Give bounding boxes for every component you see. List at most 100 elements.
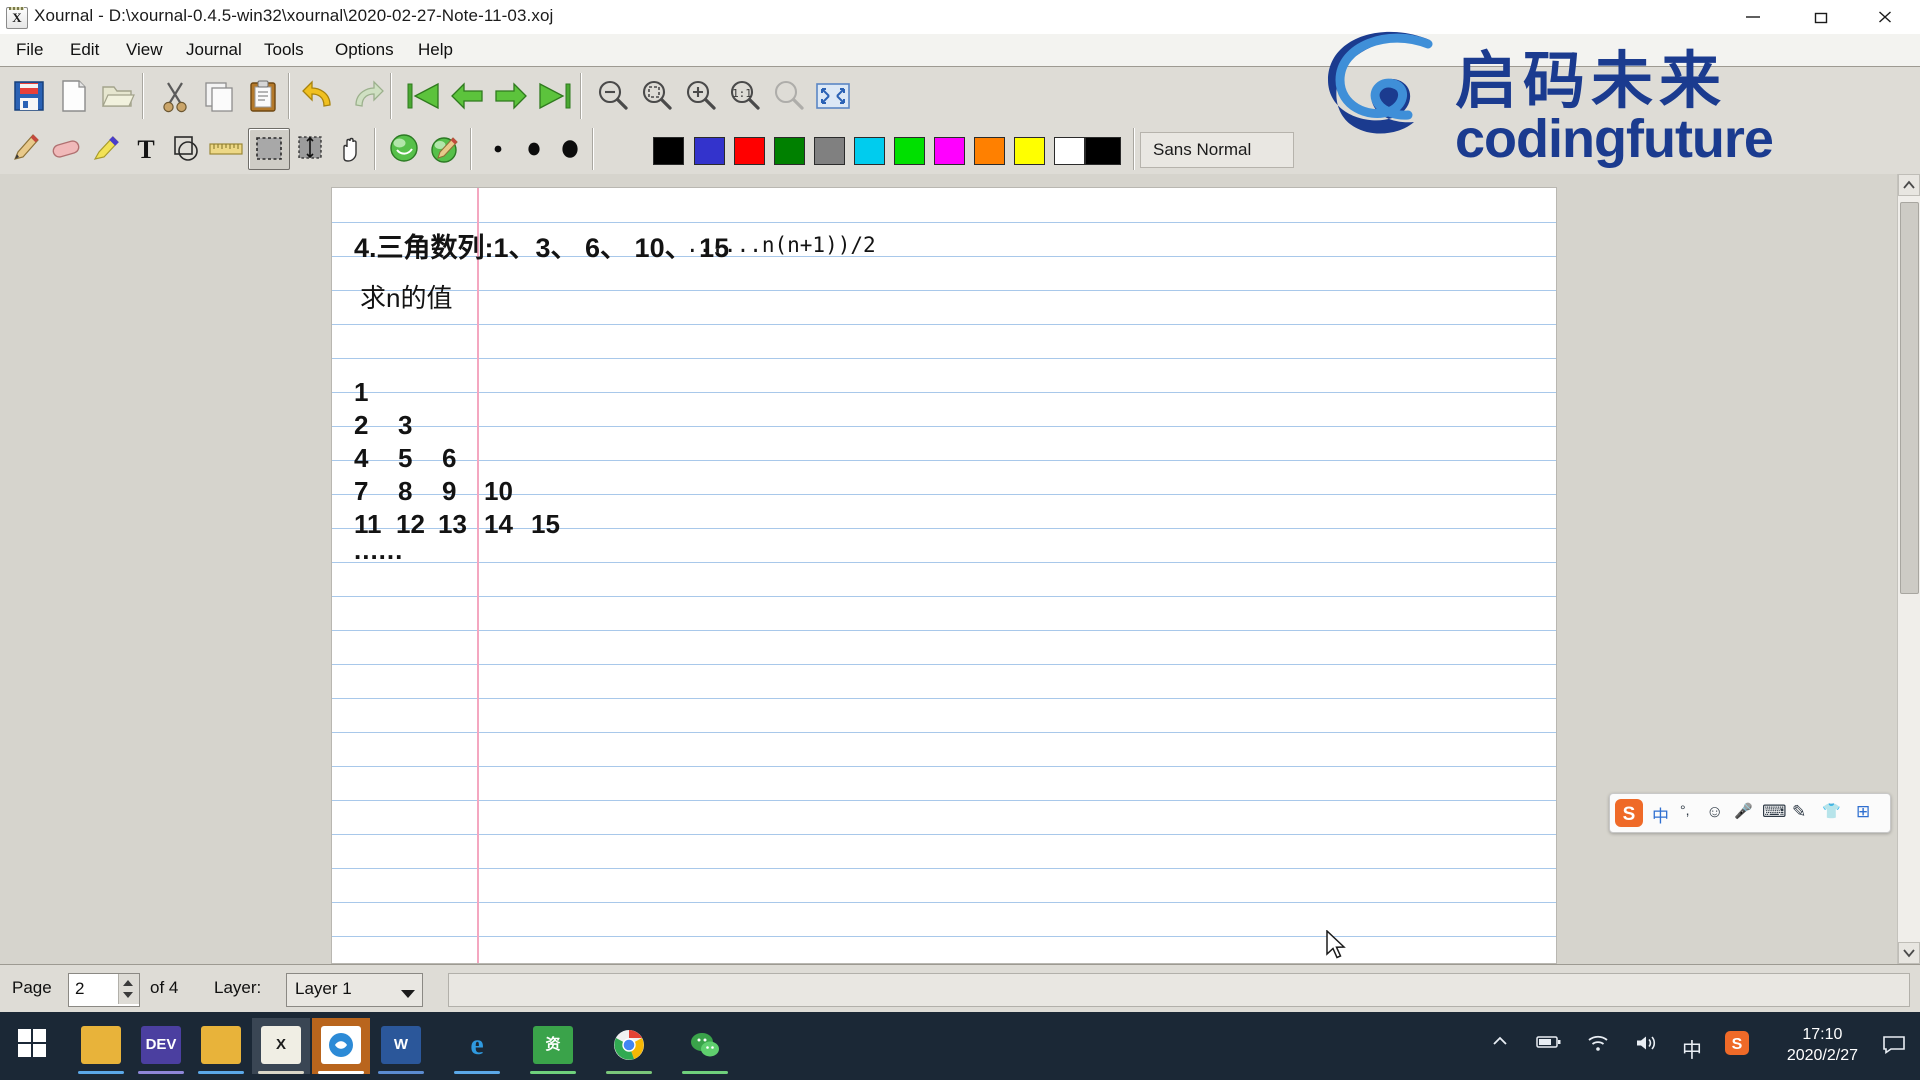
color-magenta[interactable] xyxy=(934,137,965,165)
next-page-button[interactable] xyxy=(490,75,532,117)
pen-tool[interactable] xyxy=(6,128,46,168)
ime-skin-button[interactable]: 👕 xyxy=(1822,802,1841,820)
start-button[interactable] xyxy=(12,1022,60,1070)
save-button[interactable] xyxy=(8,75,50,117)
ime-mode-indicator[interactable]: 中 xyxy=(1682,1034,1702,1063)
thick-width-button[interactable] xyxy=(550,128,590,168)
sogou-icon: S xyxy=(1725,1031,1749,1055)
ink-pyramid-row-5-e: 15 xyxy=(531,509,560,539)
zoom-fit-button[interactable] xyxy=(636,75,678,117)
ime-voice-button[interactable]: 🎤 xyxy=(1734,802,1753,820)
taskbar-resource-app[interactable]: 资 xyxy=(524,1018,582,1074)
sogou-ime-bar[interactable]: S 中 °, ☺ 🎤 ⌨ ✎ 👕 ⊞ xyxy=(1609,793,1891,833)
color-white[interactable] xyxy=(1054,137,1085,165)
ink-pyramid-row-1: 1 xyxy=(354,377,369,407)
cut-button[interactable] xyxy=(154,75,196,117)
new-button[interactable] xyxy=(52,75,94,117)
menu-options[interactable]: Options xyxy=(327,38,402,62)
scroll-thumb[interactable] xyxy=(1900,202,1919,594)
taskbar-wechat[interactable] xyxy=(676,1018,734,1074)
battery-button[interactable] xyxy=(1536,1034,1562,1055)
taskbar-word[interactable]: W xyxy=(372,1018,430,1074)
zoom-100-button[interactable]: 1:1 xyxy=(724,75,766,117)
menu-help[interactable]: Help xyxy=(410,38,461,62)
color-black[interactable] xyxy=(653,137,684,165)
taskbar-dev-cpp[interactable]: DEV xyxy=(132,1018,190,1074)
menu-journal[interactable]: Journal xyxy=(178,38,250,62)
ink-pyramid-row-4-c: 9 xyxy=(442,476,457,506)
ink-pyramid-row-2-b: 3 xyxy=(398,410,413,440)
default-pen-button[interactable] xyxy=(384,128,424,168)
previous-page-button[interactable] xyxy=(446,75,488,117)
taskbar-wechat-dev[interactable] xyxy=(312,1018,370,1074)
shape-tool[interactable] xyxy=(166,128,206,168)
color-red[interactable] xyxy=(734,137,765,165)
ink-pyramid-row-3-b: 5 xyxy=(398,443,413,473)
text-tool[interactable]: T xyxy=(126,128,166,168)
paste-button[interactable] xyxy=(242,75,284,117)
wifi-button[interactable] xyxy=(1586,1034,1610,1057)
zoom-out-button[interactable] xyxy=(592,75,634,117)
taskbar-folder-window[interactable] xyxy=(192,1018,250,1074)
vertical-space-tool[interactable] xyxy=(290,128,330,168)
highlighter-tool[interactable] xyxy=(86,128,126,168)
taskbar-file-explorer[interactable] xyxy=(72,1018,130,1074)
zoom-in-button[interactable] xyxy=(680,75,722,117)
color-blue[interactable] xyxy=(694,137,725,165)
ime-handwriting-button[interactable]: ✎ xyxy=(1792,802,1806,822)
menu-view[interactable]: View xyxy=(118,38,171,62)
thin-width-button[interactable] xyxy=(478,128,518,168)
scroll-down-button[interactable] xyxy=(1898,942,1920,964)
layer-selector[interactable]: Layer 1 xyxy=(286,973,423,1007)
color-cyan[interactable] xyxy=(854,137,885,165)
taskbar-xournal[interactable]: X xyxy=(252,1018,310,1074)
action-center-button[interactable] xyxy=(1882,1034,1906,1059)
color-black-selected[interactable] xyxy=(1085,137,1121,165)
menu-edit[interactable]: Edit xyxy=(62,38,107,62)
taskbar-clock[interactable]: 17:10 2020/2/27 xyxy=(1787,1024,1858,1066)
redo-button[interactable] xyxy=(344,75,386,117)
sogou-tray-button[interactable]: S xyxy=(1724,1031,1750,1061)
ime-lang-toggle[interactable]: 中 xyxy=(1652,802,1669,827)
toolbar-separator-2 xyxy=(288,73,290,119)
ruler-icon xyxy=(209,143,243,155)
copy-button[interactable] xyxy=(198,75,240,117)
ime-emoji-button[interactable]: ☺ xyxy=(1706,802,1723,822)
document-canvas[interactable]: 4.三角数列:1、3、 6、 10、 15 ......n(n+1))/2 求n… xyxy=(0,174,1920,964)
vertical-scrollbar[interactable] xyxy=(1897,174,1920,964)
page-number-input[interactable]: 2 xyxy=(68,973,140,1007)
taskbar-internet-explorer[interactable]: e xyxy=(448,1018,506,1074)
undo-button[interactable] xyxy=(300,75,342,117)
default-tool-button[interactable] xyxy=(424,128,464,168)
menu-tools[interactable]: Tools xyxy=(256,38,312,62)
ime-keyboard-button[interactable]: ⌨ xyxy=(1762,802,1787,822)
chrome-icon xyxy=(609,1026,649,1064)
show-hidden-icons-button[interactable] xyxy=(1490,1034,1510,1053)
medium-width-button[interactable] xyxy=(514,128,554,168)
color-lightgreen[interactable] xyxy=(894,137,925,165)
zoom-select-button[interactable] xyxy=(768,75,810,117)
eraser-tool[interactable] xyxy=(46,128,86,168)
next-page-arrow-icon xyxy=(495,82,527,110)
hand-tool[interactable] xyxy=(330,128,370,168)
select-rectangle-tool[interactable] xyxy=(248,128,290,170)
taskbar-chrome[interactable] xyxy=(600,1018,658,1074)
volume-button[interactable] xyxy=(1634,1034,1658,1057)
menu-file[interactable]: File xyxy=(8,38,51,62)
ime-punct-toggle[interactable]: °, xyxy=(1680,802,1690,818)
last-page-button[interactable] xyxy=(534,75,576,117)
first-page-button[interactable] xyxy=(402,75,444,117)
page-spinner[interactable] xyxy=(118,974,139,1004)
rule-line xyxy=(332,800,1556,801)
color-orange[interactable] xyxy=(974,137,1005,165)
color-gray[interactable] xyxy=(814,137,845,165)
fullscreen-button[interactable] xyxy=(812,75,854,117)
notebook-page[interactable]: 4.三角数列:1、3、 6、 10、 15 ......n(n+1))/2 求n… xyxy=(332,188,1556,963)
open-button[interactable] xyxy=(96,75,138,117)
ime-toolbox-button[interactable]: ⊞ xyxy=(1856,802,1870,822)
ruler-tool[interactable] xyxy=(206,128,246,168)
font-selector[interactable]: Sans Normal xyxy=(1140,132,1294,168)
logo-chinese-text: 启码未来 xyxy=(1455,44,1728,117)
color-green[interactable] xyxy=(774,137,805,165)
color-yellow[interactable] xyxy=(1014,137,1045,165)
